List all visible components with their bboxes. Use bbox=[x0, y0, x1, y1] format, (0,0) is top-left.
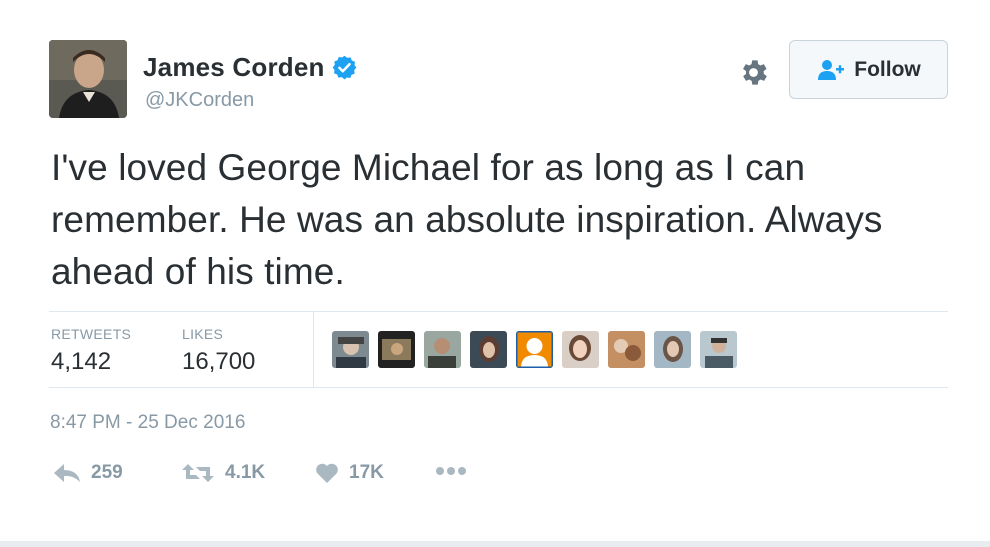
retweet-icon bbox=[181, 462, 215, 484]
tweet-stats: RETWEETS 4,142 LIKES 16,700 bbox=[49, 311, 948, 388]
more-button[interactable] bbox=[435, 466, 467, 476]
liker-avatar[interactable] bbox=[608, 331, 645, 368]
liker-avatar[interactable] bbox=[562, 331, 599, 368]
follow-button[interactable]: Follow bbox=[789, 40, 948, 99]
retweets-label: RETWEETS bbox=[51, 326, 132, 342]
reply-count: 259 bbox=[91, 462, 123, 483]
tweet-timestamp[interactable]: 8:47 PM - 25 Dec 2016 bbox=[50, 412, 245, 434]
like-count: 17K bbox=[349, 462, 384, 483]
verified-badge-icon bbox=[331, 54, 358, 81]
reply-button[interactable]: 259 bbox=[53, 462, 123, 484]
heart-icon bbox=[315, 462, 339, 484]
retweets-stat[interactable]: RETWEETS 4,142 bbox=[51, 326, 131, 376]
liker-avatar[interactable] bbox=[700, 331, 737, 368]
liker-avatars bbox=[332, 331, 746, 368]
retweet-count: 4.1K bbox=[225, 462, 266, 483]
stats-divider bbox=[313, 312, 314, 388]
likes-label: LIKES bbox=[182, 326, 224, 342]
liker-avatar[interactable] bbox=[378, 331, 415, 368]
user-name[interactable]: James Corden bbox=[143, 52, 325, 83]
liker-avatar[interactable] bbox=[332, 331, 369, 368]
likes-value: 16,700 bbox=[182, 348, 256, 375]
avatar[interactable] bbox=[49, 40, 127, 118]
liker-avatar[interactable] bbox=[654, 331, 691, 368]
add-person-icon bbox=[816, 59, 846, 81]
gear-icon[interactable] bbox=[737, 56, 770, 89]
profile-photo bbox=[49, 40, 127, 118]
reply-icon bbox=[53, 462, 81, 484]
retweets-value: 4,142 bbox=[51, 348, 112, 375]
user-handle[interactable]: @JKCorden bbox=[145, 89, 254, 112]
liker-avatar[interactable] bbox=[424, 331, 461, 368]
follow-button-label: Follow bbox=[854, 57, 921, 81]
like-button[interactable]: 17K bbox=[315, 462, 384, 484]
user-name-row[interactable]: James Corden bbox=[143, 52, 358, 83]
liker-avatar[interactable] bbox=[516, 331, 553, 368]
tweet-text: I've loved George Michael for as long as… bbox=[51, 147, 883, 292]
more-dots-icon bbox=[435, 466, 467, 476]
tweet-card: James Corden @JKCorden Follow I've loved… bbox=[0, 0, 990, 547]
retweet-button[interactable]: 4.1K bbox=[181, 462, 265, 484]
likes-stat[interactable]: LIKES 16,700 bbox=[182, 326, 255, 376]
liker-avatar[interactable] bbox=[470, 331, 507, 368]
